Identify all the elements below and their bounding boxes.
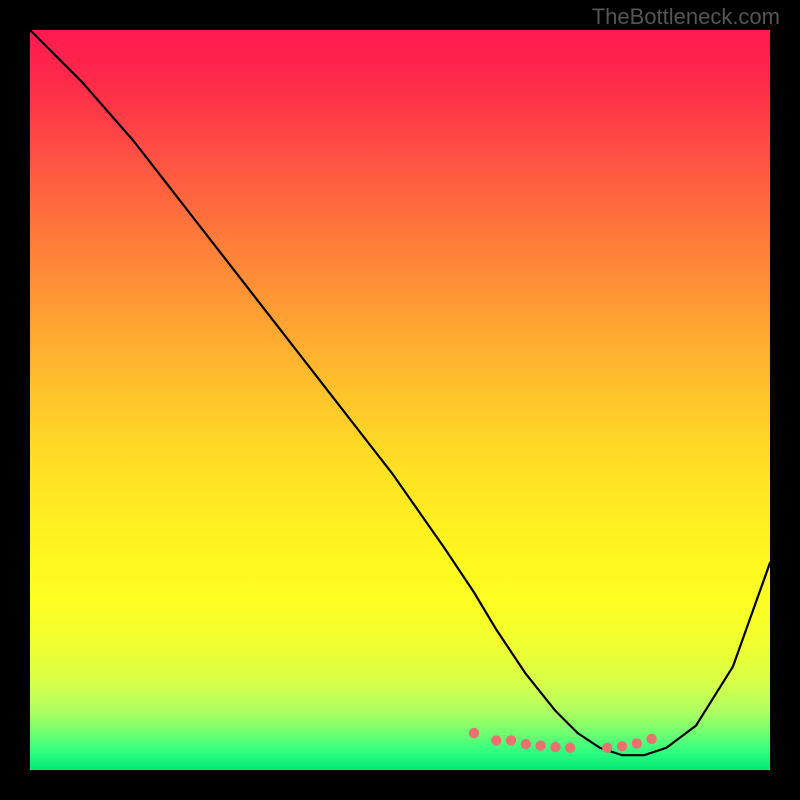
- marker-dot: [646, 734, 656, 744]
- chart-svg: [30, 30, 770, 770]
- plot-area: [30, 30, 770, 770]
- marker-dot: [632, 738, 642, 748]
- marker-dot: [602, 743, 612, 753]
- bottleneck-curve-line: [30, 30, 770, 755]
- marker-dot: [469, 728, 479, 738]
- marker-dot: [535, 740, 545, 750]
- marker-dot: [521, 739, 531, 749]
- marker-dot: [617, 741, 627, 751]
- marker-dot: [491, 735, 501, 745]
- marker-dot: [506, 735, 516, 745]
- attribution-text: TheBottleneck.com: [592, 4, 780, 30]
- marker-dot: [550, 742, 560, 752]
- marker-dot: [565, 743, 575, 753]
- flat-region-markers: [469, 728, 657, 753]
